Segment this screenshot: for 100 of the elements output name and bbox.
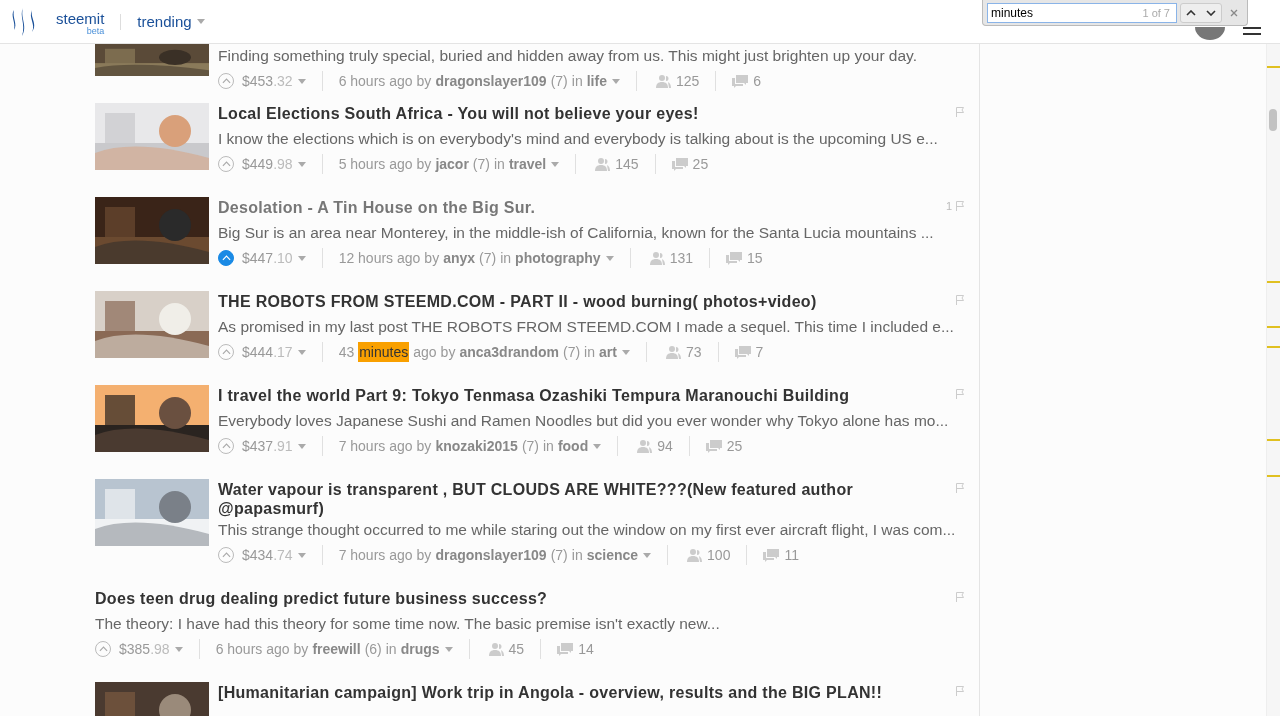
comments-icon[interactable] — [726, 251, 742, 265]
post-title[interactable]: [Humanitarian campaign] Work trip in Angola - overview, results and the BIG PLAN!! — [218, 682, 955, 702]
post-excerpt[interactable]: Everybody loves Japanese Sushi and Ramen Noodles but did you ever wonder why Tokyo alone has mo... — [218, 409, 965, 433]
comments-icon[interactable] — [734, 345, 751, 359]
by-label: by — [416, 547, 432, 563]
payout-dropdown[interactable]: $447.10 — [242, 250, 306, 266]
comment-count: 25 — [692, 156, 709, 172]
category-dropdown[interactable]: drugs — [400, 641, 453, 657]
find-field[interactable]: minutes 1 of 7 — [987, 2, 1177, 23]
category-dropdown[interactable]: life — [586, 73, 620, 89]
in-label: in — [571, 547, 583, 563]
beta-label: beta — [86, 27, 105, 36]
author-link[interactable]: jacor — [435, 156, 469, 172]
payout-dropdown[interactable]: $444.17 — [242, 344, 306, 360]
comment-count: 7 — [755, 344, 764, 360]
reputation: (7) — [521, 438, 539, 454]
flag-icon[interactable] — [955, 106, 965, 118]
in-label: in — [543, 438, 554, 454]
author-link[interactable]: freewill — [312, 641, 361, 657]
post-excerpt[interactable]: This strange thought occurred to me while staring out the window on my first ever aircraft flight, I was com... — [218, 518, 965, 542]
category-dropdown[interactable]: art — [599, 344, 630, 360]
post-excerpt[interactable]: The theory: I have had this theory for some time now. The basic premise isn't exactly new... — [95, 612, 965, 636]
post-time: ago — [413, 344, 437, 360]
voters-icon[interactable] — [634, 439, 653, 453]
comment-count: 14 — [578, 641, 594, 657]
match-count: 1 of 7 — [1142, 6, 1170, 19]
voter-count: 125 — [675, 73, 700, 89]
post-excerpt[interactable]: As promised in my last post THE ROBOTS FROM STEEMD.COM I made a sequel. This time I included e... — [218, 315, 965, 339]
avatar-icon[interactable] — [1195, 27, 1225, 40]
author-link[interactable]: dragonslayer109 — [435, 73, 547, 89]
scrollbar[interactable] — [1266, 44, 1280, 716]
payout-dropdown[interactable]: $437.91 — [242, 438, 306, 454]
payout-dropdown[interactable]: $449.98 — [242, 156, 306, 172]
post-title[interactable]: Local Elections South Africa - You will not believe your eyes! — [218, 103, 955, 123]
chevron-up-icon[interactable] — [1186, 9, 1196, 16]
flag-icon[interactable] — [955, 200, 965, 212]
reputation: (7) — [550, 73, 568, 89]
post-title[interactable]: THE ROBOTS FROM STEEMD.COM - PART II - wood burning( photos+video) — [218, 291, 955, 311]
payout-dropdown[interactable]: $434.74 — [242, 547, 306, 563]
category-dropdown[interactable]: food — [557, 438, 602, 454]
comments-icon[interactable] — [763, 548, 780, 562]
comment-count: 6 — [753, 73, 762, 89]
feed-dropdown[interactable]: trending — [137, 13, 205, 30]
chevron-down-icon[interactable] — [1206, 9, 1216, 16]
category-dropdown[interactable]: photography — [515, 250, 614, 266]
post-time: 7 hours ago — [338, 547, 413, 563]
author-link[interactable]: anca3drandom — [459, 344, 559, 360]
post-time: 6 hours ago — [215, 641, 290, 657]
flag-icon[interactable] — [955, 294, 965, 306]
post-title[interactable]: Does teen drug dealing predict future business success? — [95, 588, 955, 608]
post-excerpt[interactable]: I know the elections which is on everybody's mind and everybody is talking about is the upcoming US e... — [218, 127, 965, 151]
voter-count: 131 — [669, 250, 693, 266]
payout-dropdown[interactable]: $453.32 — [242, 73, 306, 89]
in-label: in — [385, 641, 397, 657]
comments-icon[interactable] — [732, 74, 749, 88]
menu-icon[interactable] — [1243, 27, 1261, 35]
voter-count: 145 — [615, 156, 639, 172]
close-icon[interactable] — [1230, 8, 1238, 17]
by-label: by — [440, 344, 456, 360]
author-link[interactable]: anyx — [443, 250, 476, 266]
by-label: by — [416, 156, 432, 172]
voters-icon[interactable] — [684, 548, 703, 562]
comment-count: 25 — [726, 438, 743, 454]
author-link[interactable]: dragonslayer109 — [435, 547, 547, 563]
post-excerpt[interactable]: Finding something truly special, buried and hidden away from us. This might just brighten up your day. — [218, 44, 965, 68]
comments-icon[interactable] — [557, 642, 574, 656]
voters-icon[interactable] — [592, 157, 611, 171]
by-label: by — [416, 438, 432, 454]
category-dropdown[interactable]: travel — [508, 156, 560, 172]
flag-icon[interactable] — [955, 482, 965, 494]
find-input[interactable]: minutes — [991, 5, 1143, 20]
reputation: (7) — [479, 250, 497, 266]
brand-name[interactable]: steemit — [56, 11, 105, 26]
by-label: by — [424, 250, 440, 266]
comment-count: 11 — [784, 547, 799, 563]
by-label: by — [293, 641, 309, 657]
comments-icon[interactable] — [671, 157, 688, 171]
post-time: 5 hours ago — [338, 156, 413, 172]
reputation: (7) — [550, 547, 568, 563]
flag-icon[interactable] — [955, 685, 965, 697]
payout-dropdown[interactable]: $385.98 — [119, 641, 183, 657]
post-time: 12 hours ago — [338, 250, 421, 266]
flag-icon[interactable] — [955, 388, 965, 400]
reputation: (6) — [364, 641, 382, 657]
by-label: by — [416, 73, 432, 89]
in-label: in — [571, 73, 583, 89]
upvote-button[interactable] — [218, 250, 234, 266]
voter-count: 100 — [707, 547, 731, 563]
post-title[interactable]: Desolation - A Tin House on the Big Sur. — [218, 197, 946, 217]
author-link[interactable]: knozaki2015 — [435, 438, 518, 454]
post-time: 7 hours ago — [338, 438, 413, 454]
voter-count: 94 — [657, 438, 673, 454]
post-title[interactable]: Water vapour is transparent , BUT CLOUDS ARE WHITE???(New featured author @papasmurf) — [218, 479, 955, 518]
comments-icon[interactable] — [705, 439, 722, 453]
reputation: (7) — [563, 344, 581, 360]
post-time: 43 — [338, 344, 355, 360]
flag-icon[interactable] — [955, 591, 965, 603]
post-title[interactable]: I travel the world Part 9: Tokyo Tenmasa Ozashiki Tempura Maranouchi Building — [218, 385, 955, 405]
category-dropdown[interactable]: science — [586, 547, 652, 563]
post-excerpt[interactable]: Big Sur is an area near Monterey, in the middle-ish of California, known for the Santa Lucia mountains ... — [218, 221, 965, 245]
